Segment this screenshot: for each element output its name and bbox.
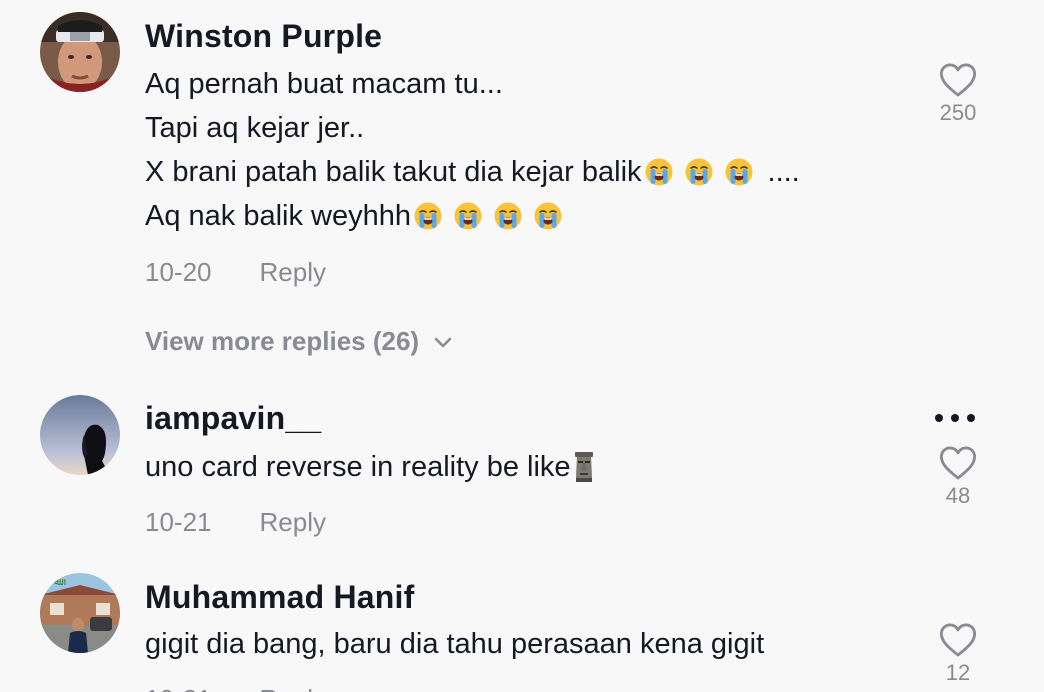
comment-text-line: Tapi aq kejar jer.. <box>145 106 800 150</box>
like-button[interactable]: 250 <box>928 62 988 126</box>
comment-text-span: Aq nak balik weyhhh <box>145 200 411 232</box>
comment-text-span: uno card reverse in reality be like <box>145 451 571 483</box>
moai-icon <box>574 452 593 482</box>
comment-text-line: X brani patah balik takut dia kejar bali… <box>145 150 800 194</box>
comment-text: gigit dia bang, baru dia tahu perasaan k… <box>145 622 764 666</box>
like-count: 48 <box>945 483 971 508</box>
comment-text: Aq pernah buat macam tu... Tapi aq kejar… <box>145 62 800 238</box>
like-count: 12 <box>945 660 971 685</box>
heart-icon <box>939 63 977 97</box>
comment-text-line: Aq pernah buat macam tu... <box>145 62 800 106</box>
emoji-group <box>413 201 563 231</box>
comment-date: 10-21 <box>145 684 212 692</box>
comment-text: uno card reverse in reality be like <box>145 445 595 489</box>
comment-meta: 10-21 Reply <box>145 684 326 692</box>
loudly-crying-face-icon <box>645 158 673 186</box>
view-more-replies-button[interactable]: View more replies (26) <box>145 326 453 357</box>
comment-date: 10-21 <box>145 507 212 537</box>
emoji-group <box>644 157 754 187</box>
comment-username[interactable]: iampavin__ <box>145 400 321 437</box>
avatar[interactable] <box>40 395 120 475</box>
reply-button[interactable]: Reply <box>260 684 326 692</box>
loudly-crying-face-icon <box>725 158 753 186</box>
avatar[interactable]: ﷲ <box>40 573 120 653</box>
loudly-crying-face-icon <box>494 202 522 230</box>
loudly-crying-face-icon <box>534 202 562 230</box>
comment-text-span: gigit dia bang, baru dia tahu perasaan k… <box>145 628 765 660</box>
like-button[interactable]: 12 <box>928 622 988 686</box>
comments-panel: Winston Purple Aq pernah buat macam tu..… <box>0 0 1044 692</box>
comment-text-span: X brani patah balik takut dia kejar bali… <box>145 156 642 188</box>
comment-meta: 10-20 Reply <box>145 257 326 288</box>
comment-username[interactable]: Muhammad Hanif <box>145 579 415 616</box>
comment-text-suffix: .... <box>767 156 800 188</box>
loudly-crying-face-icon <box>685 158 713 186</box>
comment-text-line: uno card reverse in reality be like <box>145 445 595 489</box>
reply-button[interactable]: Reply <box>260 507 326 538</box>
loudly-crying-face-icon <box>414 202 442 230</box>
comment-text-span: Tapi aq kejar jer.. <box>145 112 365 144</box>
loudly-crying-face-icon <box>454 202 482 230</box>
heart-icon <box>939 623 977 657</box>
comment-meta: 10-21 Reply <box>145 507 326 538</box>
like-count: 250 <box>939 100 977 125</box>
heart-icon <box>939 446 977 480</box>
comment-text-span: Aq pernah buat macam tu... <box>145 68 503 100</box>
comment-text-line: gigit dia bang, baru dia tahu perasaan k… <box>145 622 764 666</box>
more-options-icon[interactable] <box>935 414 975 422</box>
avatar[interactable] <box>40 12 120 92</box>
view-more-label: View more replies (26) <box>145 326 420 356</box>
like-button[interactable]: 48 <box>928 445 988 509</box>
comment-text-line: Aq nak balik weyhhh <box>145 194 800 238</box>
comment-username[interactable]: Winston Purple <box>145 18 382 55</box>
chevron-down-icon <box>434 337 452 347</box>
reply-button[interactable]: Reply <box>260 257 326 288</box>
comment-date: 10-20 <box>145 257 212 287</box>
